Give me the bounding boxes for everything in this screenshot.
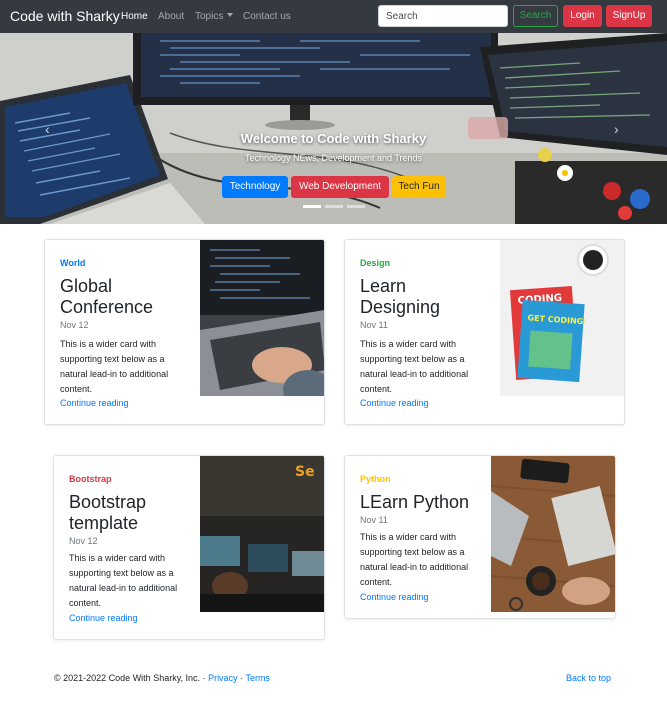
card-text: This is a wider card with supporting tex… [360,532,469,587]
footer-copyright: © 2021-2022 Code With Sharky, Inc. · Pri… [54,673,270,683]
hero-carousel: ‹ › Welcome to Code with Sharky Technolo… [0,33,667,224]
card-category: Python [360,474,391,484]
hero-title: Welcome to Code with Sharky [240,131,427,146]
post-card: Python LEarn Python Nov 11 This is a wid… [344,455,616,619]
continue-reading-link[interactable]: Continue reading [360,398,429,408]
copyright-text: © 2021-2022 Code With Sharky, Inc. · [54,673,206,683]
brand-logo[interactable]: Code with Sharky [10,8,120,24]
privacy-link[interactable]: Privacy [208,673,238,683]
card-date: Nov 11 [360,320,388,330]
back-to-top-link[interactable]: Back to top [566,673,611,683]
svg-text:Se: Se [295,464,315,480]
post-card: Design Learn Designing Nov 11 This is a … [344,239,625,425]
card-thumbnail: Se [200,456,324,612]
card-category: Bootstrap [69,474,112,484]
continue-reading-link[interactable]: Continue reading [69,613,138,623]
web-development-button[interactable]: Web Development [291,176,389,198]
search-button[interactable]: Search [513,5,558,27]
continue-reading-link[interactable]: Continue reading [360,592,429,602]
carousel-indicator-2[interactable] [325,205,343,208]
navbar: Code with Sharky Home About Topics Conta… [0,0,667,33]
card-thumbnail: CODING GET CODING! [500,240,624,396]
nav-topics-dropdown[interactable]: Topics [195,11,234,22]
carousel-indicator-1[interactable] [303,205,321,208]
card-date: Nov 12 [69,536,98,546]
post-card: World Global Conference Nov 12 This is a… [44,239,325,425]
card-title: Global Conference [60,276,154,317]
card-title: Learn Designing [360,276,441,317]
login-button[interactable]: Login [563,5,602,27]
card-thumbnail [491,456,615,612]
card-text: This is a wider card with supporting tex… [69,553,178,608]
nav-topics-label: Topics [195,11,224,22]
continue-reading-link[interactable]: Continue reading [60,398,129,408]
nav-contact[interactable]: Contact us [243,11,291,22]
card-title: LEarn Python [360,492,470,512]
card-text: This is a wider card with supporting tex… [360,339,469,394]
hero-subtitle: Technology NEws, Development and Trends [244,153,423,163]
nav-home[interactable]: Home [121,11,148,22]
search-input[interactable] [378,5,508,27]
tech-fun-button[interactable]: Tech Fun [392,176,446,198]
card-thumbnail [200,240,324,396]
terms-link[interactable]: Terms [245,673,270,683]
card-title: Bootstrap template [69,492,147,533]
card-category: World [60,258,86,268]
nav-about[interactable]: About [158,11,184,22]
card-category: Design [360,258,391,268]
card-date: Nov 11 [360,515,388,525]
post-card: Bootstrap Bootstrap template Nov 12 This… [53,455,325,640]
technology-button[interactable]: Technology [222,176,288,198]
footer-separator: · [240,673,244,683]
card-date: Nov 12 [60,320,89,330]
chevron-down-icon [227,13,234,18]
carousel-indicator-3[interactable] [347,205,365,208]
card-text: This is a wider card with supporting tex… [60,339,169,394]
signup-button[interactable]: SignUp [606,5,652,27]
